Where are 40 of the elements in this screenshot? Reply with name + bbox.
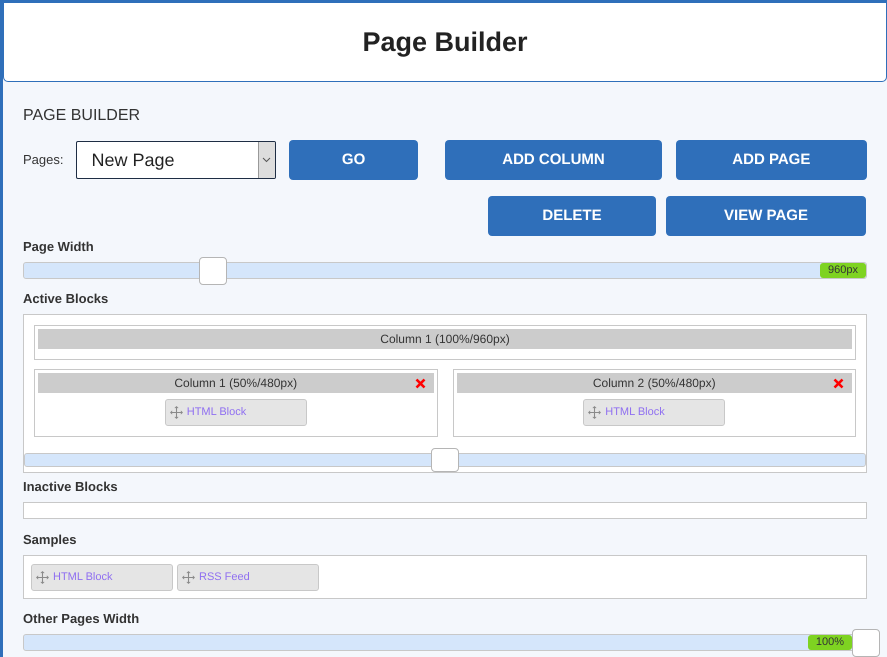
pages-label: Pages: xyxy=(23,151,64,170)
section-label: Inactive Blocks xyxy=(23,478,119,496)
column-header[interactable]: Column 2 (50%/480px) xyxy=(456,373,852,393)
close-icon[interactable] xyxy=(414,378,426,389)
slider-thumb[interactable] xyxy=(852,628,880,656)
slider-thumb[interactable] xyxy=(199,256,228,284)
column-title: Column 1 (50%/480px) xyxy=(174,375,298,392)
close-icon[interactable] xyxy=(833,378,844,389)
html-block-chip[interactable]: HTML Block xyxy=(583,399,726,426)
html-block-chip[interactable]: HTML Block xyxy=(31,564,173,590)
section-label: Active Blocks xyxy=(23,290,110,308)
slider-value-badge: 100% xyxy=(808,635,852,650)
section-title: PAGE BUILDER xyxy=(23,106,142,126)
move-icon xyxy=(36,570,49,584)
move-icon xyxy=(170,406,183,419)
column-title: Column 1 (100%/960px) xyxy=(380,331,510,348)
html-block-chip[interactable]: HTML Block xyxy=(164,399,307,426)
block-label: HTML Block xyxy=(186,405,246,420)
pages-select[interactable]: New Page xyxy=(76,141,276,179)
move-icon xyxy=(588,406,602,419)
action-button[interactable]: VIEW PAGE xyxy=(666,196,866,236)
page-title: Page Builder xyxy=(362,26,528,59)
slider-value-badge: 960px xyxy=(820,263,866,278)
action-button[interactable]: DELETE xyxy=(488,196,656,236)
action-button[interactable]: GO xyxy=(288,140,418,180)
block-label: RSS Feed xyxy=(199,570,250,585)
block-label: HTML Block xyxy=(53,570,112,585)
column-header[interactable]: Column 1 (50%/480px) xyxy=(38,373,434,393)
section-label: Page Width xyxy=(23,238,95,256)
section-label: Samples xyxy=(23,530,78,549)
move-icon xyxy=(182,570,195,584)
section-label: Other Pages Width xyxy=(23,610,140,628)
column-header[interactable]: Column 1 (100%/960px) xyxy=(38,329,852,349)
action-button[interactable]: ADD PAGE xyxy=(676,140,867,180)
column-title: Column 2 (50%/480px) xyxy=(592,375,716,392)
block-label: HTML Block xyxy=(605,405,665,420)
action-button[interactable]: ADD COLUMN xyxy=(445,140,662,180)
slider-thumb[interactable] xyxy=(431,448,459,472)
chevron-down-icon xyxy=(262,157,272,163)
html-block-chip[interactable]: RSS Feed xyxy=(177,564,319,590)
